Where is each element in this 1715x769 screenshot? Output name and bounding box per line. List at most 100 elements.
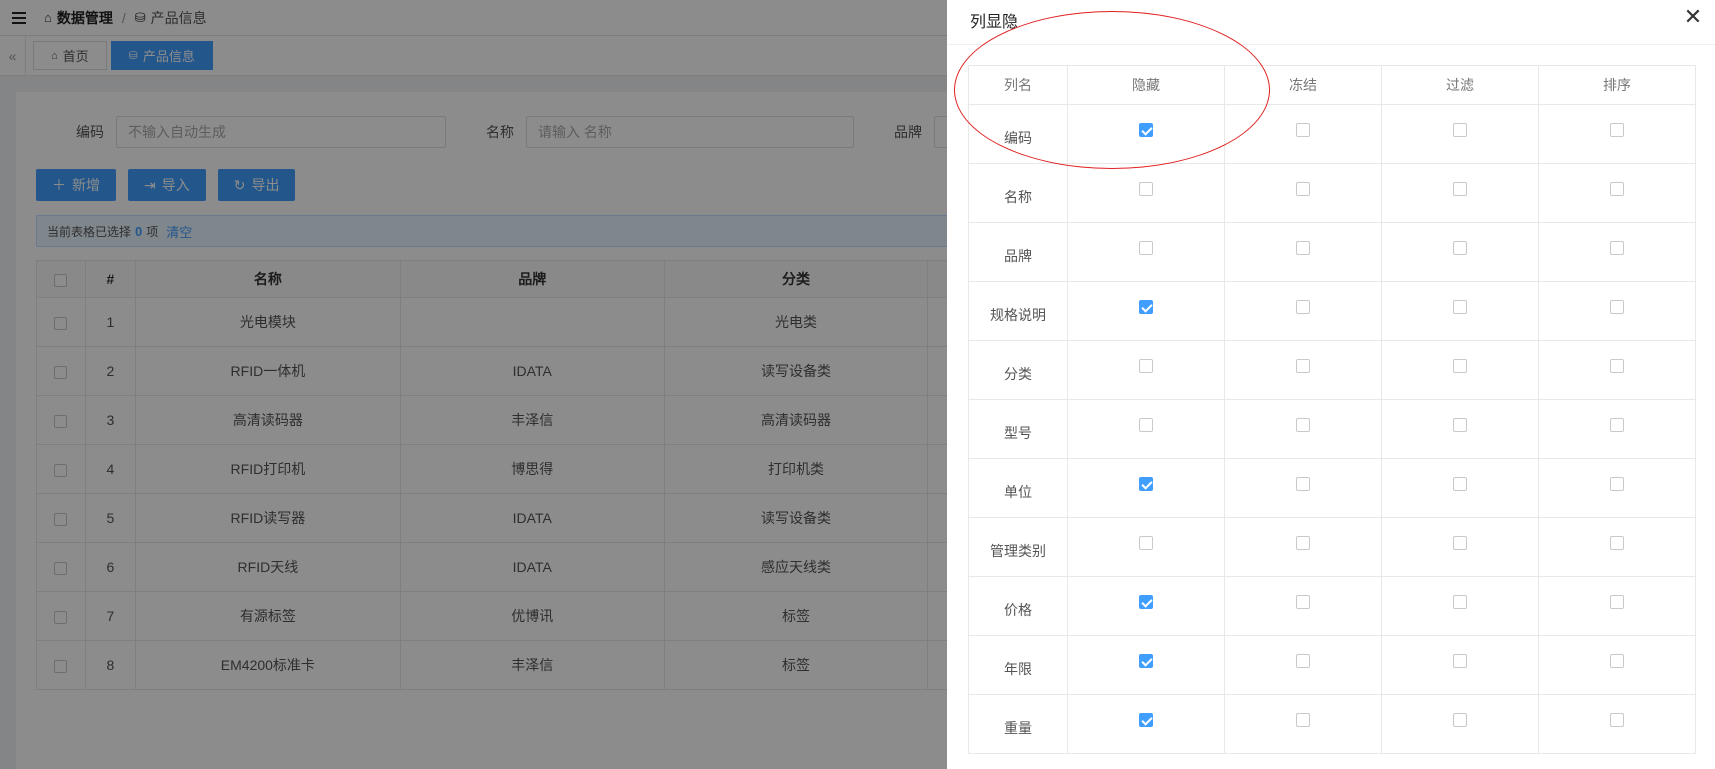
setting-cell <box>1538 517 1696 577</box>
column-name: 规格说明 <box>968 281 1068 341</box>
setting-cell <box>1224 163 1382 223</box>
setting-cell <box>1224 340 1382 400</box>
setting-cell <box>1067 517 1225 577</box>
setting-cell <box>1067 458 1225 518</box>
column-setting-row: 编码 <box>968 104 1696 164</box>
close-icon[interactable]: ✕ <box>1681 5 1705 29</box>
sort-checkbox[interactable] <box>1610 418 1624 433</box>
column-name: 分类 <box>968 340 1068 400</box>
sort-checkbox[interactable] <box>1610 713 1624 728</box>
frozen-checkbox[interactable] <box>1296 359 1310 374</box>
setting-cell <box>1538 458 1696 518</box>
frozen-checkbox[interactable] <box>1296 654 1310 669</box>
column-name: 编码 <box>968 104 1068 164</box>
hidden-checkbox[interactable] <box>1139 418 1153 433</box>
setting-cell <box>1381 281 1539 341</box>
setting-cell <box>1538 576 1696 636</box>
column-header: 列名 <box>968 65 1068 105</box>
setting-cell <box>1224 635 1382 695</box>
sort-checkbox[interactable] <box>1610 182 1624 197</box>
sort-checkbox[interactable] <box>1610 477 1624 492</box>
setting-cell <box>1067 163 1225 223</box>
column-name: 管理类别 <box>968 517 1068 577</box>
filter-checkbox[interactable] <box>1453 536 1467 551</box>
column-header: 冻结 <box>1224 65 1382 105</box>
frozen-checkbox[interactable] <box>1296 123 1310 138</box>
setting-cell <box>1538 635 1696 695</box>
column-setting-row: 分类 <box>968 340 1696 400</box>
drawer-title: 列显隐 <box>970 14 1019 31</box>
filter-checkbox[interactable] <box>1453 477 1467 492</box>
sort-checkbox[interactable] <box>1610 123 1624 138</box>
setting-cell <box>1067 399 1225 459</box>
setting-cell <box>1067 281 1225 341</box>
column-setting-row: 年限 <box>968 635 1696 695</box>
setting-cell <box>1381 458 1539 518</box>
hidden-checkbox[interactable] <box>1139 713 1153 728</box>
filter-checkbox[interactable] <box>1453 123 1467 138</box>
sort-checkbox[interactable] <box>1610 300 1624 315</box>
sort-checkbox[interactable] <box>1610 241 1624 256</box>
setting-cell <box>1381 635 1539 695</box>
frozen-checkbox[interactable] <box>1296 477 1310 492</box>
setting-cell <box>1067 576 1225 636</box>
frozen-checkbox[interactable] <box>1296 418 1310 433</box>
column-setting-row: 名称 <box>968 163 1696 223</box>
column-settings-header: 列名 隐藏 冻结 过滤 排序 <box>968 65 1696 105</box>
setting-cell <box>1538 340 1696 400</box>
column-name: 型号 <box>968 399 1068 459</box>
sort-checkbox[interactable] <box>1610 359 1624 374</box>
frozen-checkbox[interactable] <box>1296 300 1310 315</box>
sort-checkbox[interactable] <box>1610 654 1624 669</box>
hidden-checkbox[interactable] <box>1139 182 1153 197</box>
filter-checkbox[interactable] <box>1453 182 1467 197</box>
hidden-checkbox[interactable] <box>1139 536 1153 551</box>
column-setting-row: 价格 <box>968 576 1696 636</box>
column-header: 排序 <box>1538 65 1696 105</box>
setting-cell <box>1381 399 1539 459</box>
setting-cell <box>1067 104 1225 164</box>
column-visibility-drawer: 列显隐 ✕ 列名 隐藏 冻结 过滤 排序 编码 名称 品牌 规格说明 分类 型号 单位 管理类… <box>947 0 1715 769</box>
setting-cell <box>1067 340 1225 400</box>
setting-cell <box>1224 222 1382 282</box>
setting-cell <box>1538 399 1696 459</box>
hidden-checkbox[interactable] <box>1139 241 1153 256</box>
frozen-checkbox[interactable] <box>1296 241 1310 256</box>
drawer-header: 列显隐 ✕ <box>947 0 1715 45</box>
filter-checkbox[interactable] <box>1453 241 1467 256</box>
setting-cell <box>1224 576 1382 636</box>
setting-cell <box>1067 222 1225 282</box>
sort-checkbox[interactable] <box>1610 536 1624 551</box>
filter-checkbox[interactable] <box>1453 418 1467 433</box>
sort-checkbox[interactable] <box>1610 595 1624 610</box>
frozen-checkbox[interactable] <box>1296 713 1310 728</box>
column-name: 单位 <box>968 458 1068 518</box>
filter-checkbox[interactable] <box>1453 713 1467 728</box>
frozen-checkbox[interactable] <box>1296 595 1310 610</box>
hidden-checkbox[interactable] <box>1139 300 1153 315</box>
hidden-checkbox[interactable] <box>1139 595 1153 610</box>
hidden-checkbox[interactable] <box>1139 477 1153 492</box>
column-setting-row: 单位 <box>968 458 1696 518</box>
setting-cell <box>1224 281 1382 341</box>
frozen-checkbox[interactable] <box>1296 536 1310 551</box>
setting-cell <box>1538 222 1696 282</box>
hidden-checkbox[interactable] <box>1139 654 1153 669</box>
column-setting-row: 管理类别 <box>968 517 1696 577</box>
setting-cell <box>1381 517 1539 577</box>
filter-checkbox[interactable] <box>1453 300 1467 315</box>
column-name: 名称 <box>968 163 1068 223</box>
frozen-checkbox[interactable] <box>1296 182 1310 197</box>
filter-checkbox[interactable] <box>1453 359 1467 374</box>
setting-cell <box>1381 576 1539 636</box>
setting-cell <box>1067 694 1225 754</box>
hidden-checkbox[interactable] <box>1139 123 1153 138</box>
column-setting-row: 型号 <box>968 399 1696 459</box>
hidden-checkbox[interactable] <box>1139 359 1153 374</box>
filter-checkbox[interactable] <box>1453 654 1467 669</box>
setting-cell <box>1381 222 1539 282</box>
setting-cell <box>1224 694 1382 754</box>
setting-cell <box>1538 163 1696 223</box>
setting-cell <box>1224 399 1382 459</box>
filter-checkbox[interactable] <box>1453 595 1467 610</box>
